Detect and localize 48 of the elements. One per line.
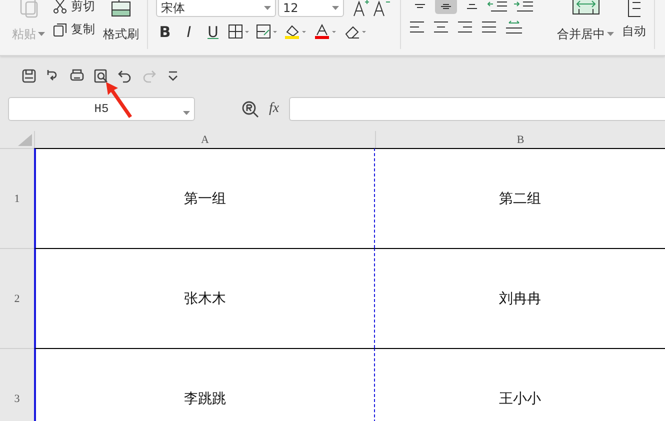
borders-icon[interactable] xyxy=(228,24,250,40)
font-size-change-icon[interactable] xyxy=(352,0,392,17)
table-cell: 张木木 xyxy=(34,248,375,348)
format-painter-button[interactable]: 格式刷 xyxy=(103,26,139,43)
align-lines-icon xyxy=(467,4,477,8)
table-cell: 王小小 xyxy=(375,348,665,421)
align-right-icon[interactable] xyxy=(457,20,473,34)
copy-icon xyxy=(53,22,67,36)
distribute-icon[interactable] xyxy=(505,20,523,34)
eraser-icon[interactable] xyxy=(344,24,368,40)
merge-center-button[interactable]: 合并居中 xyxy=(557,26,605,43)
bold-button[interactable]: B xyxy=(156,23,174,41)
table-cell: 李跳跳 xyxy=(34,348,375,421)
wrap-text-icon xyxy=(628,0,640,17)
function-button[interactable]: fx xyxy=(269,101,280,117)
name-box[interactable]: H5 xyxy=(8,97,195,121)
undo-icon[interactable] xyxy=(117,68,133,84)
print-preview-icon[interactable] xyxy=(93,68,109,84)
cut-button[interactable]: 剪切 xyxy=(71,0,95,15)
caret-icon xyxy=(264,6,271,10)
justify-icon[interactable] xyxy=(481,20,497,34)
scissors-icon xyxy=(53,0,67,14)
wrap-text-button[interactable]: 自动 xyxy=(622,23,646,40)
font-size-field[interactable]: 12 xyxy=(278,0,344,17)
italic-button[interactable]: I xyxy=(180,23,198,41)
table-cell: 第一组 xyxy=(34,148,375,248)
cell-style-icon[interactable] xyxy=(256,24,278,40)
caret-icon xyxy=(183,111,190,116)
table-cell: 第二组 xyxy=(375,148,665,248)
copy-button[interactable]: 复制 xyxy=(71,21,95,38)
fill-color-icon[interactable] xyxy=(284,24,308,40)
align-lines-icon xyxy=(441,4,451,8)
align-middle-button[interactable] xyxy=(435,0,457,14)
font-name-field[interactable]: 宋体 xyxy=(156,0,276,17)
caret-icon xyxy=(38,32,45,37)
save-icon[interactable] xyxy=(21,68,37,84)
caret-icon xyxy=(332,6,339,10)
increase-indent-icon[interactable] xyxy=(513,0,535,13)
table-cell: 刘冉冉 xyxy=(375,248,665,348)
zoom-search-icon[interactable] xyxy=(241,100,259,118)
align-lines-icon xyxy=(415,4,425,8)
font-color-icon[interactable] xyxy=(314,24,338,40)
caret-icon xyxy=(607,32,614,37)
align-center-icon[interactable] xyxy=(433,20,449,34)
formula-input[interactable] xyxy=(289,97,665,121)
underline-button[interactable]: U xyxy=(204,23,222,41)
align-left-icon[interactable] xyxy=(409,20,425,34)
decrease-indent-icon[interactable] xyxy=(487,0,509,13)
